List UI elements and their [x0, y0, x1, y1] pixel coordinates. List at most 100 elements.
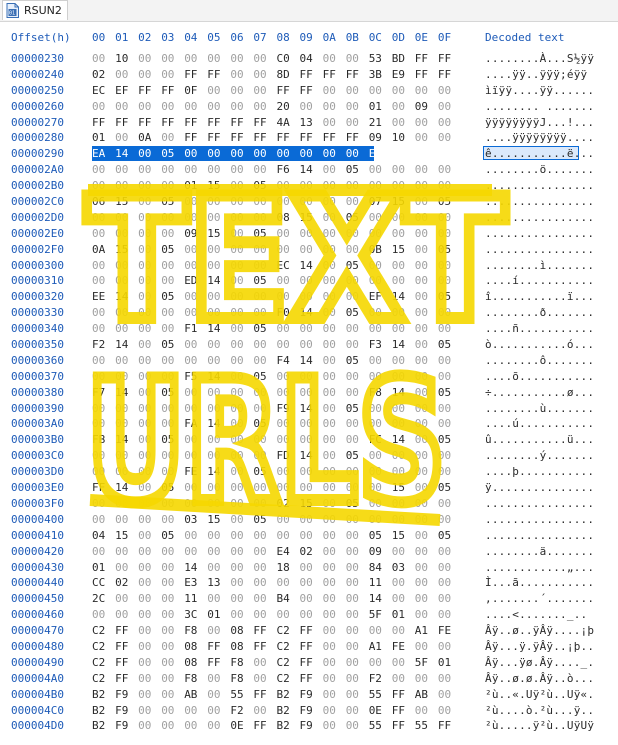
- hex-byte[interactable]: 00: [92, 370, 105, 384]
- hex-byte[interactable]: 00: [323, 195, 336, 209]
- hex-byte[interactable]: 00: [415, 147, 428, 161]
- hex-byte[interactable]: 00: [392, 163, 405, 177]
- hex-byte[interactable]: 08: [230, 640, 243, 654]
- hex-byte[interactable]: 00: [392, 84, 405, 98]
- hex-row[interactable]: 00000380 F7 14 00 05 00 00 00 00 00 00 00 00 F8 14 00 05…: [0, 385, 618, 401]
- hex-byte[interactable]: 05: [253, 179, 266, 193]
- hex-byte[interactable]: 05: [438, 195, 451, 209]
- hex-byte[interactable]: 00: [230, 68, 243, 82]
- hex-byte[interactable]: 00: [438, 306, 451, 320]
- hex-byte[interactable]: 00: [438, 497, 451, 511]
- hex-byte[interactable]: 00: [92, 513, 105, 527]
- hex-byte[interactable]: 00: [161, 465, 174, 479]
- hex-byte[interactable]: 00: [207, 529, 220, 543]
- hex-byte[interactable]: 14: [369, 592, 382, 606]
- hex-byte[interactable]: 00: [207, 433, 220, 447]
- hex-byte[interactable]: 00: [230, 529, 243, 543]
- hex-byte[interactable]: 00: [300, 513, 313, 527]
- hex-byte[interactable]: 14: [207, 274, 220, 288]
- hex-byte[interactable]: 13: [300, 116, 313, 130]
- hex-byte[interactable]: 03: [184, 513, 197, 527]
- hex-byte[interactable]: 00: [346, 704, 359, 718]
- hex-byte[interactable]: EC: [92, 84, 105, 98]
- hex-row[interactable]: 00000430 01 00 00 00 14 00 00 00 18 00 00 00 84 03 00 00…: [0, 560, 618, 576]
- hex-byte[interactable]: 05: [346, 211, 359, 225]
- hex-byte[interactable]: 00: [92, 354, 105, 368]
- hex-byte[interactable]: 14: [115, 433, 128, 447]
- hex-byte[interactable]: 09: [369, 545, 382, 559]
- hex-byte[interactable]: FF: [392, 719, 405, 733]
- hex-byte[interactable]: FF: [300, 640, 313, 654]
- hex-byte[interactable]: 3C: [184, 608, 197, 622]
- hex-byte[interactable]: B2: [277, 719, 290, 733]
- hex-byte[interactable]: 00: [369, 624, 382, 638]
- hex-byte[interactable]: 00: [253, 497, 266, 511]
- hex-row[interactable]: 000003B0 FB 14 00 05 00 00 00 00 00 00 00 00 FC 14 00 05…: [0, 432, 618, 448]
- hex-byte[interactable]: 00: [138, 322, 151, 336]
- hex-byte[interactable]: 14: [207, 465, 220, 479]
- hex-byte[interactable]: FF: [300, 672, 313, 686]
- hex-byte[interactable]: 00: [438, 513, 451, 527]
- hex-byte[interactable]: FF: [230, 116, 243, 130]
- hex-byte[interactable]: 00: [369, 417, 382, 431]
- hex-byte[interactable]: 05: [253, 417, 266, 431]
- hex-byte[interactable]: 00: [207, 672, 220, 686]
- hex-byte[interactable]: 05: [161, 338, 174, 352]
- hex-byte[interactable]: 00: [138, 370, 151, 384]
- hex-byte[interactable]: 05: [438, 243, 451, 257]
- hex-byte[interactable]: 00: [415, 274, 428, 288]
- hex-row[interactable]: 00000490 C2 FF 00 00 08 FF F8 00 C2 FF 00 00 00 00 5F 01…: [0, 655, 618, 671]
- hex-byte[interactable]: 00: [161, 545, 174, 559]
- hex-byte[interactable]: 00: [346, 100, 359, 114]
- hex-byte[interactable]: 00: [369, 402, 382, 416]
- hex-byte[interactable]: FF: [253, 116, 266, 130]
- hex-byte[interactable]: 00: [253, 592, 266, 606]
- hex-byte[interactable]: 00: [323, 545, 336, 559]
- hex-byte[interactable]: 00: [323, 179, 336, 193]
- hex-byte[interactable]: 00: [92, 211, 105, 225]
- hex-byte[interactable]: 00: [277, 179, 290, 193]
- hex-byte[interactable]: 00: [184, 719, 197, 733]
- hex-byte[interactable]: 00: [253, 576, 266, 590]
- hex-byte[interactable]: 00: [115, 259, 128, 273]
- hex-byte[interactable]: 00: [184, 449, 197, 463]
- hex-byte[interactable]: 00: [161, 704, 174, 718]
- hex-byte[interactable]: 14: [300, 259, 313, 273]
- hex-byte[interactable]: 00: [253, 195, 266, 209]
- hex-byte[interactable]: 01: [92, 561, 105, 575]
- hex-byte[interactable]: 00: [369, 656, 382, 670]
- hex-byte[interactable]: 00: [415, 259, 428, 273]
- hex-byte[interactable]: 00: [346, 243, 359, 257]
- hex-byte[interactable]: 15: [392, 529, 405, 543]
- hex-byte[interactable]: 00: [230, 290, 243, 304]
- hex-byte[interactable]: F9: [300, 719, 313, 733]
- hex-byte[interactable]: 00: [300, 290, 313, 304]
- hex-byte[interactable]: 09: [184, 227, 197, 241]
- hex-byte[interactable]: F9: [277, 402, 290, 416]
- hex-byte[interactable]: 01: [392, 608, 405, 622]
- decoded-text[interactable]: ....ÿÿ..ÿÿÿ;éÿÿ: [485, 68, 587, 82]
- hex-byte[interactable]: 00: [369, 513, 382, 527]
- hex-byte[interactable]: 00: [138, 338, 151, 352]
- hex-byte[interactable]: 00: [392, 354, 405, 368]
- hex-byte[interactable]: 00: [184, 306, 197, 320]
- hex-byte[interactable]: 00: [277, 417, 290, 431]
- hex-byte[interactable]: FF: [392, 688, 405, 702]
- hex-byte[interactable]: 00: [346, 529, 359, 543]
- hex-byte[interactable]: 00: [392, 656, 405, 670]
- decoded-text[interactable]: ....ñ...........: [485, 322, 594, 336]
- hex-row[interactable]: 000002B0 00 00 00 00 01 15 00 05 00 00 00 00 00 00 00 00…: [0, 178, 618, 194]
- hex-byte[interactable]: EF: [369, 290, 382, 304]
- hex-byte[interactable]: 00: [138, 561, 151, 575]
- hex-byte[interactable]: 02: [300, 545, 313, 559]
- hex-byte[interactable]: 00: [369, 84, 382, 98]
- hex-byte[interactable]: 14: [207, 417, 220, 431]
- hex-byte[interactable]: 00: [346, 195, 359, 209]
- hex-byte[interactable]: 00: [369, 227, 382, 241]
- decoded-text[interactable]: ²ù..«.Uÿ²ù..Uÿ«.: [485, 688, 594, 702]
- hex-byte[interactable]: 00: [138, 688, 151, 702]
- hex-byte[interactable]: 00: [161, 354, 174, 368]
- hex-byte[interactable]: 00: [138, 576, 151, 590]
- decoded-text[interactable]: ................: [485, 211, 594, 225]
- hex-byte[interactable]: 00: [184, 433, 197, 447]
